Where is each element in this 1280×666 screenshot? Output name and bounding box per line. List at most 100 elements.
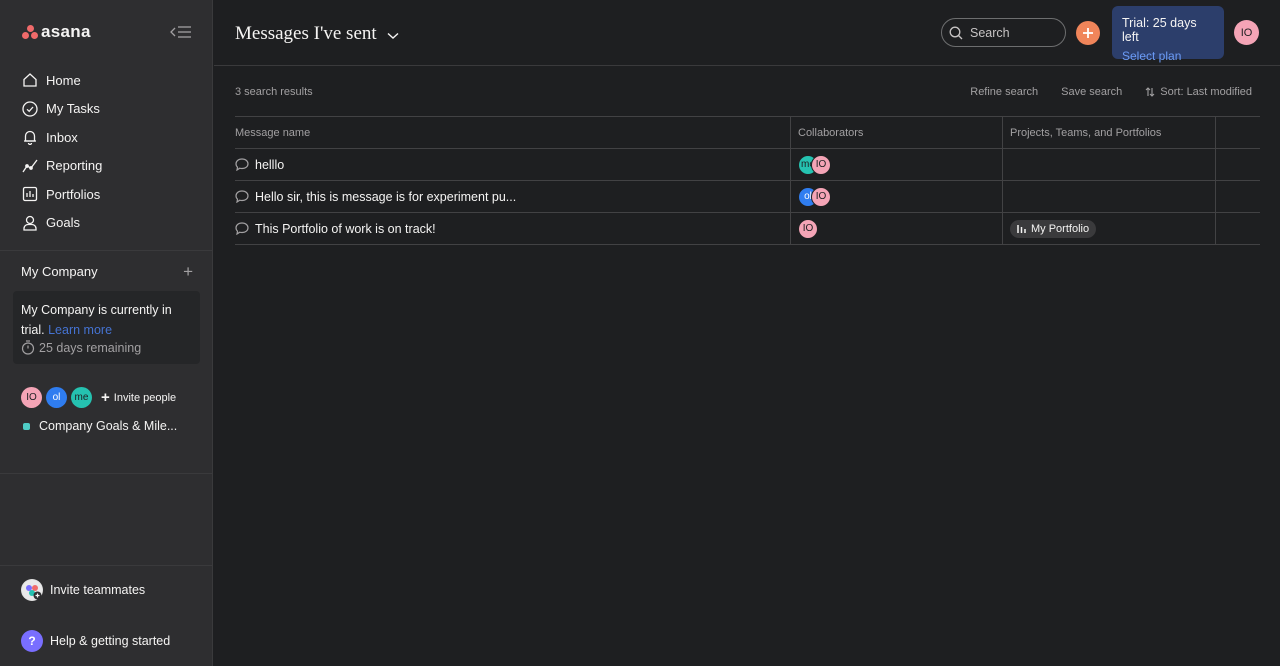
asana-logo[interactable]: asana: [22, 22, 91, 42]
avatar[interactable]: IO: [798, 218, 818, 239]
avatar[interactable]: IO: [811, 186, 831, 207]
message-name-cell[interactable]: helllo: [235, 149, 791, 180]
company-name: My Company: [21, 264, 98, 279]
column-header-collaborators[interactable]: Collaborators: [791, 117, 1003, 148]
table-row[interactable]: Hello sir, this is message is for experi…: [235, 181, 1260, 213]
message-name: helllo: [255, 157, 285, 172]
refine-search-button[interactable]: Refine search: [970, 86, 1038, 98]
empty-cell: [1216, 149, 1260, 180]
sidebar-item-label: My Tasks: [46, 101, 100, 117]
table-row[interactable]: This Portfolio of work is on track! IO M…: [235, 213, 1260, 245]
portfolio-chip[interactable]: My Portfolio: [1010, 219, 1097, 238]
help-question-icon: ?: [21, 630, 43, 652]
company-trial-notice: My Company is currently in trial. Learn …: [13, 291, 200, 364]
invite-people-label: Invite people: [113, 391, 177, 404]
sidebar-item-my-tasks[interactable]: My Tasks: [0, 95, 213, 124]
page-title: Messages I've sent: [235, 23, 377, 44]
help-button[interactable]: ? Help & getting started: [21, 630, 170, 652]
message-bubble-icon: [235, 222, 249, 235]
invite-people-button[interactable]: + Invite people: [101, 389, 176, 406]
plus-icon: [1083, 28, 1093, 38]
column-header-message-name[interactable]: Message name: [235, 117, 791, 148]
company-section-header[interactable]: My Company +: [21, 263, 193, 280]
invite-teammates-icon: [21, 579, 43, 601]
message-bubble-icon: [235, 158, 249, 171]
asana-logo-text: asana: [41, 22, 91, 41]
collapse-sidebar-icon: [170, 26, 191, 38]
quick-add-button[interactable]: [1076, 21, 1100, 45]
sidebar-item-inbox[interactable]: Inbox: [0, 123, 213, 152]
days-remaining: 25 days remaining: [21, 340, 192, 355]
search-box[interactable]: [941, 18, 1066, 47]
empty-cell: [1216, 213, 1260, 244]
sidebar-item-label: Inbox: [46, 129, 78, 145]
portfolio-icon: [1017, 224, 1027, 233]
collaborators-cell: me IO: [791, 149, 1003, 180]
check-circle-icon: [21, 100, 39, 118]
collaborators-cell: IO: [791, 213, 1003, 244]
line-chart-icon: [21, 157, 39, 175]
sidebar-divider: [0, 473, 213, 474]
projects-cell: [1003, 149, 1216, 180]
projects-cell: My Portfolio: [1003, 213, 1216, 244]
sidebar-item-label: Goals: [46, 215, 80, 231]
avatar[interactable]: me: [71, 387, 92, 408]
page-title-dropdown[interactable]: Messages I've sent: [235, 23, 399, 45]
portfolio-icon: [21, 185, 39, 203]
sidebar-item-goals[interactable]: Goals: [0, 209, 213, 238]
column-header-projects[interactable]: Projects, Teams, and Portfolios: [1003, 117, 1216, 148]
message-name-cell[interactable]: Hello sir, this is message is for experi…: [235, 181, 791, 212]
column-header-empty: [1216, 117, 1260, 148]
sidebar-nav: Home My Tasks Inbox Reporting Portfolios: [0, 66, 213, 237]
stopwatch-icon: [21, 340, 35, 355]
top-bar: Messages I've sent Trial: 25 days left S…: [214, 0, 1280, 66]
sidebar-item-home[interactable]: Home: [0, 66, 213, 95]
trial-status-button[interactable]: Trial: 25 days left Select plan: [1112, 6, 1224, 63]
message-bubble-icon: [235, 190, 249, 203]
sort-arrows-icon: [1145, 87, 1155, 97]
message-name: Hello sir, this is message is for experi…: [255, 189, 517, 204]
select-plan-link[interactable]: Select plan: [1122, 49, 1214, 63]
trial-days-left: Trial: 25 days left: [1122, 16, 1197, 44]
search-results-count: 3 search results: [235, 86, 313, 98]
message-name: This Portfolio of work is on track!: [255, 221, 436, 236]
save-search-button[interactable]: Save search: [1061, 86, 1122, 98]
messages-table: Message name Collaborators Projects, Tea…: [235, 116, 1260, 245]
avatar[interactable]: IO: [21, 387, 42, 408]
collapse-sidebar-button[interactable]: [168, 22, 194, 42]
project-color-dot: [23, 422, 30, 430]
avatar[interactable]: IO: [811, 154, 831, 175]
sidebar: asana Home My Tasks Inbox Reporting Port…: [0, 0, 213, 666]
invite-teammates-label: Invite teammates: [50, 583, 146, 597]
sidebar-item-label: Portfolios: [46, 186, 101, 202]
sidebar-item-label: Home: [46, 72, 81, 88]
invite-teammates-button[interactable]: Invite teammates: [21, 579, 145, 601]
sidebar-item-reporting[interactable]: Reporting: [0, 152, 213, 181]
table-row[interactable]: helllo me IO: [235, 149, 1260, 181]
plus-icon: +: [101, 389, 110, 406]
sidebar-divider: [0, 565, 213, 566]
learn-more-link[interactable]: Learn more: [48, 323, 112, 337]
table-header-row: Message name Collaborators Projects, Tea…: [235, 116, 1260, 149]
project-label: Company Goals & Mile...: [39, 419, 178, 433]
person-icon: [21, 214, 39, 232]
add-team-plus-icon[interactable]: +: [183, 263, 193, 280]
results-toolbar: 3 search results Refine search Save sear…: [235, 84, 1252, 100]
chevron-down-icon: [387, 28, 399, 43]
team-members-row: IO ol me + Invite people: [21, 387, 176, 408]
sidebar-item-label: Reporting: [46, 158, 103, 174]
help-label: Help & getting started: [50, 634, 171, 648]
message-name-cell[interactable]: This Portfolio of work is on track!: [235, 213, 791, 244]
empty-cell: [1216, 181, 1260, 212]
sidebar-item-portfolios[interactable]: Portfolios: [0, 180, 213, 209]
avatar[interactable]: ol: [46, 387, 67, 408]
user-avatar[interactable]: IO: [1234, 20, 1259, 45]
projects-cell: [1003, 181, 1216, 212]
search-input[interactable]: [970, 25, 1060, 40]
asana-logo-icon: [22, 25, 38, 39]
portfolio-chip-label: My Portfolio: [1031, 222, 1090, 235]
bell-icon: [21, 128, 39, 146]
sort-button[interactable]: Sort: Last modified: [1145, 86, 1252, 98]
sidebar-project-company-goals[interactable]: Company Goals & Mile...: [23, 419, 177, 433]
home-icon: [21, 71, 39, 89]
